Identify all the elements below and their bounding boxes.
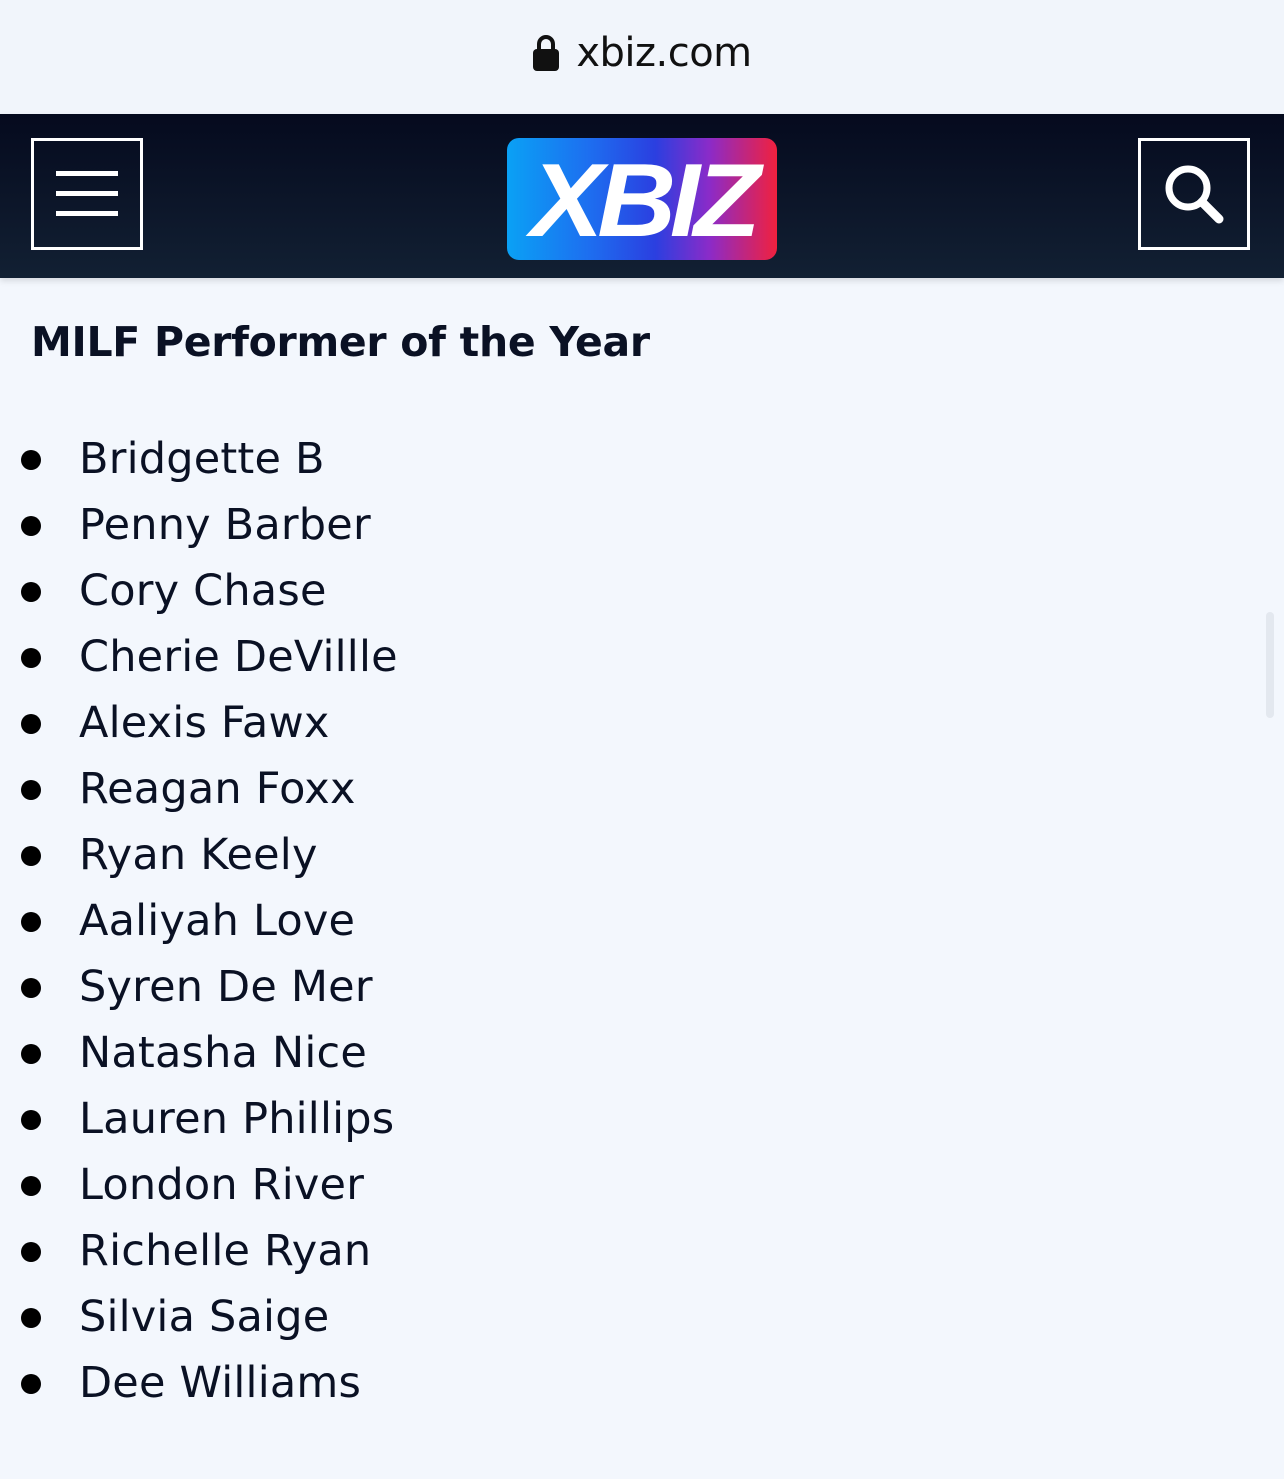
bullet-icon [21, 780, 41, 800]
hamburger-menu-icon [56, 171, 118, 216]
bullet-icon [21, 1110, 41, 1130]
nominee-name: Natasha Nice [79, 1028, 368, 1078]
bullet-icon [21, 1374, 41, 1394]
lock-icon [533, 35, 560, 71]
nominee-name: Aaliyah Love [79, 896, 356, 946]
page-scrollbar[interactable] [1266, 612, 1274, 718]
nominee-name: Alexis Fawx [79, 698, 330, 748]
nominee-name: Penny Barber [79, 500, 371, 550]
search-button[interactable] [1138, 138, 1250, 250]
bullet-icon [21, 1176, 41, 1196]
bullet-icon [21, 978, 41, 998]
bullet-icon [21, 582, 41, 602]
nominee-name: Cory Chase [79, 566, 327, 616]
bullet-icon [21, 1044, 41, 1064]
bullet-icon [21, 1242, 41, 1262]
bullet-icon [21, 450, 41, 470]
nominee-name: Lauren Phillips [79, 1094, 395, 1144]
url-display[interactable]: xbiz.com [532, 30, 752, 76]
search-icon [1165, 165, 1224, 224]
nominee-name: Dee Williams [79, 1358, 362, 1408]
site-header: XBIZ [0, 114, 1284, 278]
section-title: MILF Performer of the Year [31, 318, 650, 366]
bullet-icon [21, 846, 41, 866]
bullet-icon [21, 1308, 41, 1328]
bullet-icon [21, 516, 41, 536]
nominee-name: Ryan Keely [79, 830, 318, 880]
bullet-icon [21, 648, 41, 668]
nominee-name: Cherie DeVillle [79, 632, 398, 682]
nominee-name: Syren De Mer [79, 962, 373, 1012]
bullet-icon [21, 714, 41, 734]
logo-text: XBIZ [530, 143, 760, 259]
nominee-name: Reagan Foxx [79, 764, 356, 814]
nominee-name: Bridgette B [79, 434, 325, 484]
nominee-name: London River [79, 1160, 365, 1210]
xbiz-logo[interactable]: XBIZ [507, 138, 777, 260]
nominee-name: Richelle Ryan [79, 1226, 372, 1276]
menu-button[interactable] [31, 138, 143, 250]
bullet-icon [21, 912, 41, 932]
nominee-name: Silvia Saige [79, 1292, 330, 1342]
browser-url-bar[interactable]: xbiz.com [0, 0, 1284, 114]
url-text: xbiz.com [576, 30, 752, 76]
